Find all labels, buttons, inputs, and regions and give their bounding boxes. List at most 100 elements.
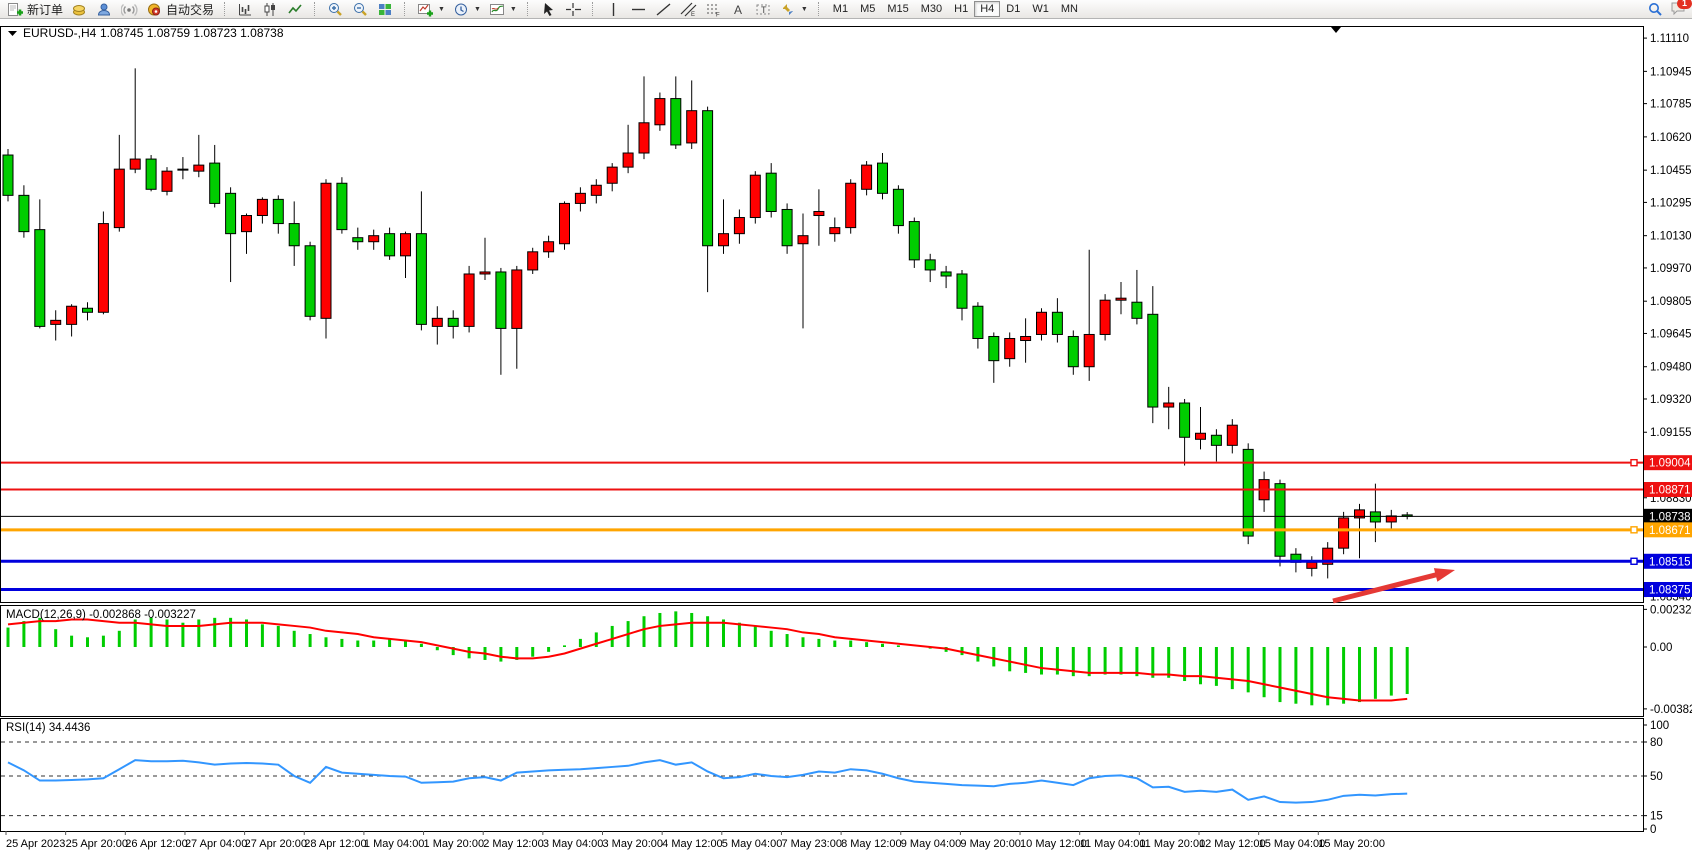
shift-marker-icon[interactable]: [1331, 27, 1341, 33]
search-icon[interactable]: [1647, 2, 1664, 17]
timeframe-m1[interactable]: M1: [827, 1, 854, 17]
axis-tick-label: 1.10455: [1650, 165, 1692, 177]
axis-tick-label: 1.10785: [1650, 99, 1692, 111]
axis-tick-label: 1.10295: [1650, 197, 1692, 209]
indicators-icon: [417, 2, 434, 17]
chat-button[interactable]: 1: [1670, 0, 1687, 18]
candle: [194, 165, 204, 171]
signal-button[interactable]: [117, 0, 142, 18]
line-chart-button[interactable]: [283, 0, 308, 18]
timeframe-w1[interactable]: W1: [1026, 1, 1055, 17]
candle: [210, 163, 220, 203]
cursor-button[interactable]: [536, 0, 561, 18]
text-button[interactable]: A: [726, 0, 751, 18]
timeframe-h4[interactable]: H4: [974, 1, 1000, 17]
label-button[interactable]: T: [751, 0, 776, 18]
line-chart-icon: [287, 2, 304, 17]
equidistant-channel-button[interactable]: E: [676, 0, 701, 18]
text-icon: A: [730, 2, 747, 17]
candle: [655, 99, 665, 125]
crosshair-button[interactable]: [561, 0, 586, 18]
candle: [1180, 403, 1190, 437]
candle: [1132, 302, 1142, 318]
horizontal-line-button[interactable]: [626, 0, 651, 18]
toolbar-separator: [592, 2, 597, 16]
signal-icon: [121, 2, 138, 17]
chart-canvas[interactable]: 1.111101.109451.107851.106201.104551.102…: [0, 19, 1692, 854]
candle: [846, 183, 856, 227]
time-label: 15 May 20:00: [1318, 838, 1385, 850]
timeframe-mn[interactable]: MN: [1055, 1, 1084, 17]
profile-button[interactable]: [92, 0, 117, 18]
dropdown-caret-icon[interactable]: ▼: [438, 6, 445, 13]
toolbar-separator: [527, 2, 532, 16]
zoom-in-button[interactable]: [323, 0, 348, 18]
arrows-button[interactable]: ▼: [776, 0, 812, 18]
dropdown-caret-icon[interactable]: ▼: [474, 6, 481, 13]
candle: [1275, 484, 1285, 557]
timeframe-m5[interactable]: M5: [854, 1, 881, 17]
timeframe-h1[interactable]: H1: [948, 1, 974, 17]
candle: [83, 308, 93, 312]
macd-label: MACD(12,26,9) -0.002868 -0.003227: [6, 609, 196, 621]
bar-chart-icon: [237, 2, 254, 17]
tile-windows-icon: [377, 2, 394, 17]
candle: [528, 252, 538, 270]
trendline-button[interactable]: [651, 0, 676, 18]
periods-button[interactable]: ▼: [449, 0, 485, 18]
candle: [257, 199, 267, 215]
candle: [1211, 435, 1221, 445]
timeframe-m30[interactable]: M30: [915, 1, 948, 17]
candle: [989, 336, 999, 360]
candle: [1196, 433, 1206, 439]
time-label: 25 Apr 20:00: [66, 838, 128, 850]
price-label: 1.08738: [1649, 511, 1691, 523]
coins-button[interactable]: [67, 0, 92, 18]
time-label: 8 May 12:00: [841, 838, 902, 850]
vertical-line-button[interactable]: [601, 0, 626, 18]
time-axis[interactable]: 25 Apr 202325 Apr 20:0026 Apr 12:0027 Ap…: [6, 831, 1385, 850]
trend-arrow-annotation[interactable]: [1333, 568, 1455, 601]
price-axis[interactable]: 1.111101.109451.107851.106201.104551.102…: [1643, 33, 1692, 836]
timeframe-d1[interactable]: D1: [1000, 1, 1026, 17]
zoom-out-button[interactable]: [348, 0, 373, 18]
candle: [1339, 518, 1349, 548]
new-order-button[interactable]: 新订单: [3, 0, 67, 18]
time-label: 26 Apr 12:00: [125, 838, 187, 850]
trendline-icon: [655, 2, 672, 17]
candle: [1052, 312, 1062, 334]
candle: [782, 209, 792, 245]
pane-borders: [1, 27, 1644, 832]
indicators-button[interactable]: ▼: [413, 0, 449, 18]
time-label: 1 May 04:00: [364, 838, 425, 850]
time-label: 9 May 20:00: [960, 838, 1021, 850]
candle: [337, 183, 347, 229]
hline-marker[interactable]: [1631, 460, 1637, 466]
candlestick-series: [3, 68, 1412, 578]
auto-trading-button[interactable]: 自动交易: [142, 0, 218, 18]
ohlc-values: 1.08745 1.08759 1.08723 1.08738: [100, 26, 284, 40]
candlestick-chart-button[interactable]: [258, 0, 283, 18]
candle: [830, 228, 840, 234]
tile-windows-button[interactable]: [373, 0, 398, 18]
dropdown-caret-icon[interactable]: ▼: [801, 6, 808, 13]
candle: [1037, 312, 1047, 334]
bar-chart-button[interactable]: [233, 0, 258, 18]
axis-tick-label: 0: [1650, 824, 1656, 836]
svg-text:E: E: [691, 12, 695, 17]
templates-button[interactable]: ▼: [485, 0, 521, 18]
symbol-dropdown-icon[interactable]: [8, 31, 17, 36]
symbol-timeframe-label: EURUSD-,H4: [23, 26, 97, 40]
timeframe-m15[interactable]: M15: [881, 1, 914, 17]
candle: [909, 222, 919, 260]
dropdown-caret-icon[interactable]: ▼: [510, 6, 517, 13]
candle: [480, 272, 490, 274]
arrows-icon: [780, 2, 797, 17]
hline-marker[interactable]: [1631, 558, 1637, 564]
toolbar-separator: [224, 2, 229, 16]
candle: [734, 218, 744, 234]
candle: [591, 185, 601, 195]
hline-marker[interactable]: [1631, 527, 1637, 533]
candle: [226, 193, 236, 233]
fibonacci-button[interactable]: F: [701, 0, 726, 18]
